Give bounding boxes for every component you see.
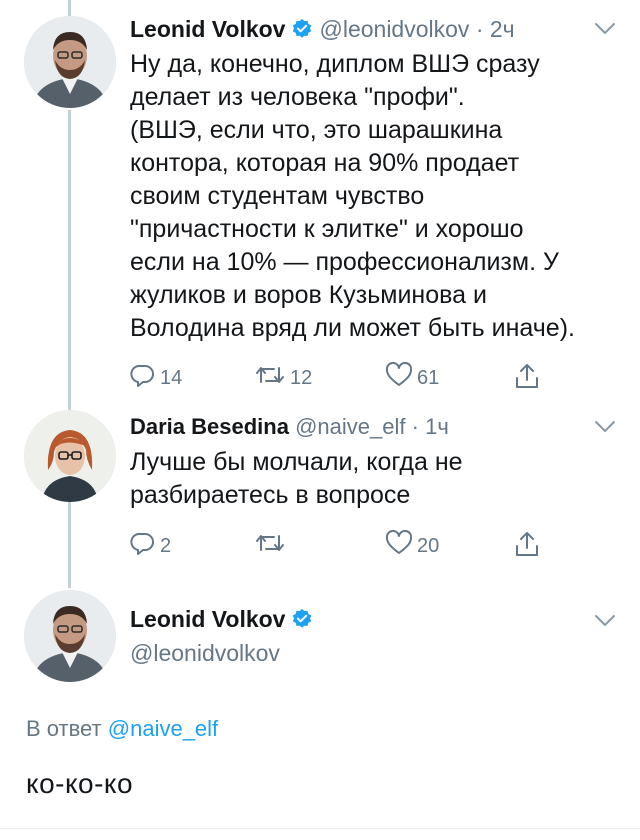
retweet-button[interactable] [254,530,290,562]
tweet-text-line: своим студентам чувство [130,182,425,210]
tweet-actions: 2 20 [130,529,550,562]
chevron-down-icon[interactable] [594,420,616,439]
tweet-text: ко-ко-ко [26,768,134,799]
author-handle[interactable]: @leonidvolkov [130,640,280,667]
tweet-text-line: контора, которая на 90% продает [130,149,520,177]
share-button[interactable] [514,530,544,564]
avatar[interactable] [24,16,116,108]
retweet-count: 12 [290,366,313,389]
like-count: 61 [417,366,440,389]
tweet-text-line: делает из человека "профи". [130,83,465,111]
tweet-text-line: (ВШЭ, если что, это шарашкина [130,116,503,144]
separator: · [411,414,419,439]
tweet-header: Leonid Volkov [130,606,319,636]
tweet-text: Ну да, конечно, диплом ВШЭ сразу делает … [130,48,610,345]
reply-count: 14 [160,366,183,389]
share-button[interactable] [514,362,544,396]
chevron-down-icon[interactable] [594,22,616,41]
share-icon [514,530,544,564]
author-name[interactable]: Leonid Volkov [130,606,285,632]
like-count: 20 [417,534,440,557]
reply-button[interactable]: 14 [130,362,182,394]
tweet-text-line: "причастности к элитке" и хорошо [130,215,524,243]
avatar[interactable] [24,410,116,502]
author-name[interactable]: Daria Besedina [130,414,289,439]
share-icon [514,362,544,396]
tweet-time[interactable]: 1ч [425,414,449,439]
tweet-text-line: Лучше бы молчали, когда не [130,448,463,476]
heart-icon [385,361,417,394]
verified-badge-icon [291,608,313,636]
reply-count: 2 [160,534,172,557]
author-handle[interactable]: @naive_elf [295,414,405,439]
separator: · [475,16,484,42]
like-button[interactable]: 20 [385,529,440,562]
reply-button[interactable]: 2 [130,530,171,562]
reply-icon [130,362,160,394]
tweet-text-line: если на 10% — профессионализм. У [130,248,559,276]
tweet-header: Leonid Volkov @leonidvolkov · 2ч [130,16,515,46]
author-name[interactable]: Leonid Volkov [130,16,285,42]
chevron-down-icon[interactable] [594,614,616,633]
tweet-header: Daria Besedina @naive_elf · 1ч [130,414,449,440]
reply-icon [130,530,160,562]
verified-badge-icon [291,18,313,46]
tweet-time[interactable]: 2ч [490,16,515,42]
tweet-text-line: разбираетесь в вопросе [130,481,411,509]
tweet-actions: 14 12 61 [130,361,550,394]
tweet-text-line: Володина вряд ли может быть иначе). [130,314,575,342]
heart-icon [385,529,417,562]
reply-prefix: В ответ [26,716,102,741]
avatar[interactable] [24,590,116,682]
reply-context: В ответ @naive_elf [26,716,218,742]
divider [0,828,640,829]
tweet-text-line: Ну да, конечно, диплом ВШЭ сразу [130,50,540,78]
reply-mention-link[interactable]: @naive_elf [108,716,218,741]
author-handle[interactable]: @leonidvolkov [319,16,469,42]
tweet-text-line: жуликов и воров Кузьминова и [130,281,487,309]
tweet-text: Лучше бы молчали, когда не разбираетесь … [130,446,610,512]
thread-line-middle [68,110,71,410]
retweet-icon [254,530,290,562]
thread-line-bottom [68,500,71,588]
like-button[interactable]: 61 [385,361,440,394]
retweet-icon [254,362,290,394]
retweet-button[interactable]: 12 [254,362,312,394]
